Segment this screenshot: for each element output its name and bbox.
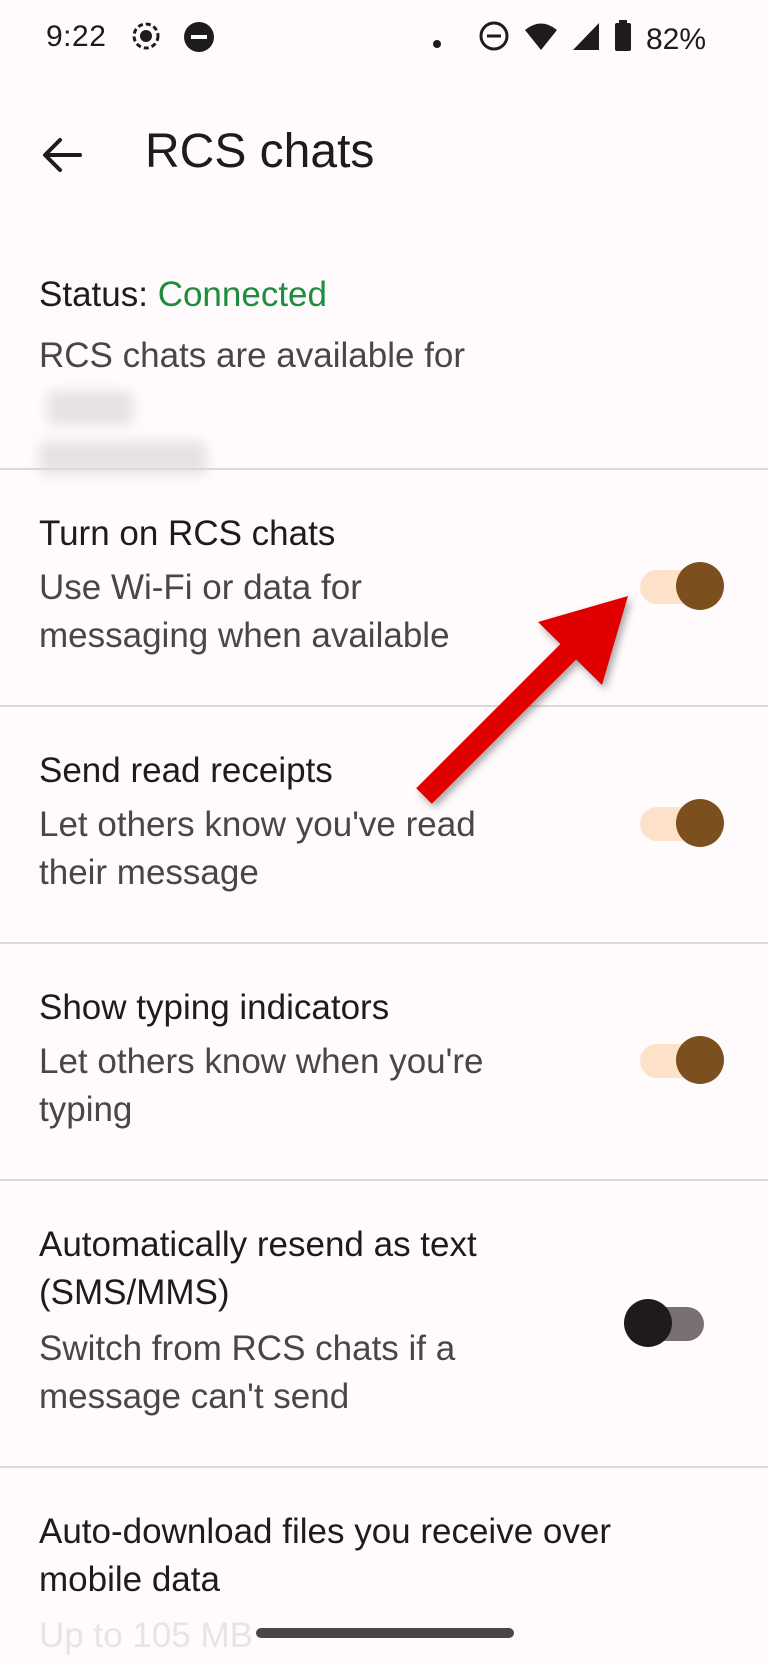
dnd-circle-icon — [478, 20, 510, 60]
redacted-phone-part1 — [47, 390, 133, 425]
back-button[interactable] — [36, 130, 96, 184]
setting-read-receipts[interactable]: Send read receipts Let others know you'v… — [0, 707, 768, 942]
status-label: Status: — [39, 275, 148, 314]
page-title: RCS chats — [145, 125, 375, 178]
rcs-toggle[interactable] — [640, 562, 724, 610]
setting-typing-indicators[interactable]: Show typing indicators Let others know w… — [0, 944, 768, 1179]
battery-percent: 82% — [645, 23, 706, 56]
setting-title: Show typing indicators — [39, 988, 390, 1027]
back-arrow-icon — [36, 138, 86, 184]
status-line: Status: Connected — [39, 275, 327, 315]
status-bar: 9:22 82% — [0, 0, 768, 80]
setting-subtitle: Let others know when you're typing — [39, 1042, 484, 1129]
setting-title: Send read receipts — [39, 751, 333, 790]
dot-icon — [432, 23, 442, 57]
screen-record-icon — [130, 20, 162, 60]
toggle-thumb — [676, 799, 724, 847]
toggle-thumb — [624, 1299, 672, 1347]
setting-title: Automatically resend as text (SMS/MMS) — [39, 1225, 477, 1312]
setting-title: Auto-download files you receive over mob… — [39, 1512, 611, 1599]
auto-resend-toggle[interactable] — [624, 1299, 708, 1347]
toggle-thumb — [676, 562, 724, 610]
wifi-icon — [524, 21, 558, 59]
battery-icon — [614, 20, 632, 60]
setting-subtitle: Let others know you've read their messag… — [39, 805, 476, 892]
status-value: Connected — [157, 275, 327, 314]
setting-auto-resend[interactable]: Automatically resend as text (SMS/MMS) S… — [0, 1181, 768, 1466]
setting-title: Turn on RCS chats — [39, 514, 336, 553]
signal-icon — [572, 21, 600, 59]
setting-turn-on-rcs[interactable]: Turn on RCS chats Use Wi-Fi or data for … — [0, 470, 768, 705]
typing-indicators-toggle[interactable] — [640, 1036, 724, 1084]
status-description-text: RCS chats are available for — [39, 336, 466, 375]
setting-subtitle: Switch from RCS chats if a message can't… — [39, 1329, 456, 1416]
app-bar: RCS chats — [0, 100, 768, 210]
dnd-icon — [182, 20, 216, 62]
toggle-thumb — [676, 1036, 724, 1084]
home-indicator[interactable] — [256, 1628, 514, 1638]
status-time: 9:22 — [46, 20, 107, 53]
read-receipts-toggle[interactable] — [640, 799, 724, 847]
rcs-status: Status: Connected RCS chats are availabl… — [0, 255, 768, 475]
status-right-group: 82% — [432, 20, 706, 60]
setting-subtitle: Use Wi-Fi or data for messaging when ava… — [39, 568, 450, 655]
status-description: RCS chats are available for — [39, 331, 539, 481]
